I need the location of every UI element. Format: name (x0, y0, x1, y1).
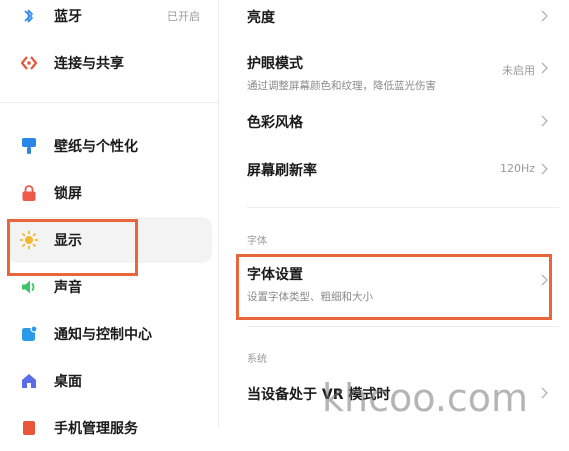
bluetooth-icon (18, 5, 40, 27)
speaker-icon (18, 276, 40, 298)
setting-row-color-style[interactable]: 色彩风格 (247, 112, 548, 132)
home-icon (18, 370, 40, 392)
setting-row-refresh-rate[interactable]: 屏幕刷新率 120Hz (247, 160, 548, 180)
refresh-rate-value: 120Hz (499, 162, 535, 175)
bluetooth-status: 已开启 (167, 10, 200, 23)
watermark-text: khcoo.com (322, 376, 529, 420)
highlight-box-display (7, 219, 138, 276)
sidebar-item-connection-sharing[interactable]: 连接与共享 (8, 40, 212, 86)
section-label-font: 字体 (247, 236, 267, 247)
section-divider (247, 326, 559, 327)
sidebar-item-label: 连接与共享 (54, 56, 124, 72)
section-divider (247, 207, 559, 208)
chevron-right-icon (541, 387, 548, 399)
sidebar-item-bluetooth[interactable]: 蓝牙 已开启 (8, 0, 212, 39)
sidebar-divider (0, 102, 218, 103)
chevron-right-icon (541, 10, 548, 22)
section-label-system: 系统 (247, 354, 267, 365)
sidebar-item-label: 壁纸与个性化 (54, 139, 138, 155)
chevron-right-icon (541, 163, 548, 175)
sidebar-item-notifications[interactable]: 通知与控制中心 (8, 311, 212, 357)
sidebar-item-label: 桌面 (54, 374, 82, 390)
display-settings-pane: 亮度 护眼模式 通过调整屏幕颜色和纹理，降低蓝光伤害 未启用 色彩风格 屏幕刷新… (219, 0, 569, 427)
chevron-right-icon (541, 115, 548, 127)
notification-icon (18, 323, 40, 345)
sidebar-item-label: 声音 (54, 280, 82, 296)
sidebar-item-label: 蓝牙 (54, 9, 82, 25)
highlight-box-font-settings (236, 254, 552, 320)
row-title: 色彩风格 (247, 115, 303, 131)
chevron-right-icon (541, 62, 548, 74)
row-subtitle: 通过调整屏幕颜色和纹理，降低蓝光伤害 (247, 80, 436, 92)
sidebar-item-label: 通知与控制中心 (54, 327, 152, 343)
manage-icon (18, 417, 40, 439)
sidebar-item-label: 手机管理服务 (54, 421, 138, 437)
eye-care-status: 未启用 (502, 64, 535, 77)
sidebar-item-lockscreen[interactable]: 锁屏 (8, 170, 212, 216)
row-title: 亮度 (247, 10, 275, 26)
sidebar-item-label: 锁屏 (54, 186, 82, 202)
sidebar-item-wallpaper[interactable]: 壁纸与个性化 (8, 123, 212, 169)
sidebar: 蓝牙 已开启 连接与共享 壁纸与个性化 锁屏 显示 声音 通知与控制中心 桌面 … (0, 0, 218, 437)
setting-row-brightness[interactable]: 亮度 (247, 7, 548, 27)
sidebar-item-home-screen[interactable]: 桌面 (8, 358, 212, 404)
lock-icon (18, 182, 40, 204)
sidebar-item-phone-management[interactable]: 手机管理服务 (8, 405, 212, 451)
wallpaper-icon (18, 135, 40, 157)
setting-row-eye-care[interactable]: 护眼模式 通过调整屏幕颜色和纹理，降低蓝光伤害 未启用 (247, 53, 548, 93)
share-icon (18, 52, 40, 74)
